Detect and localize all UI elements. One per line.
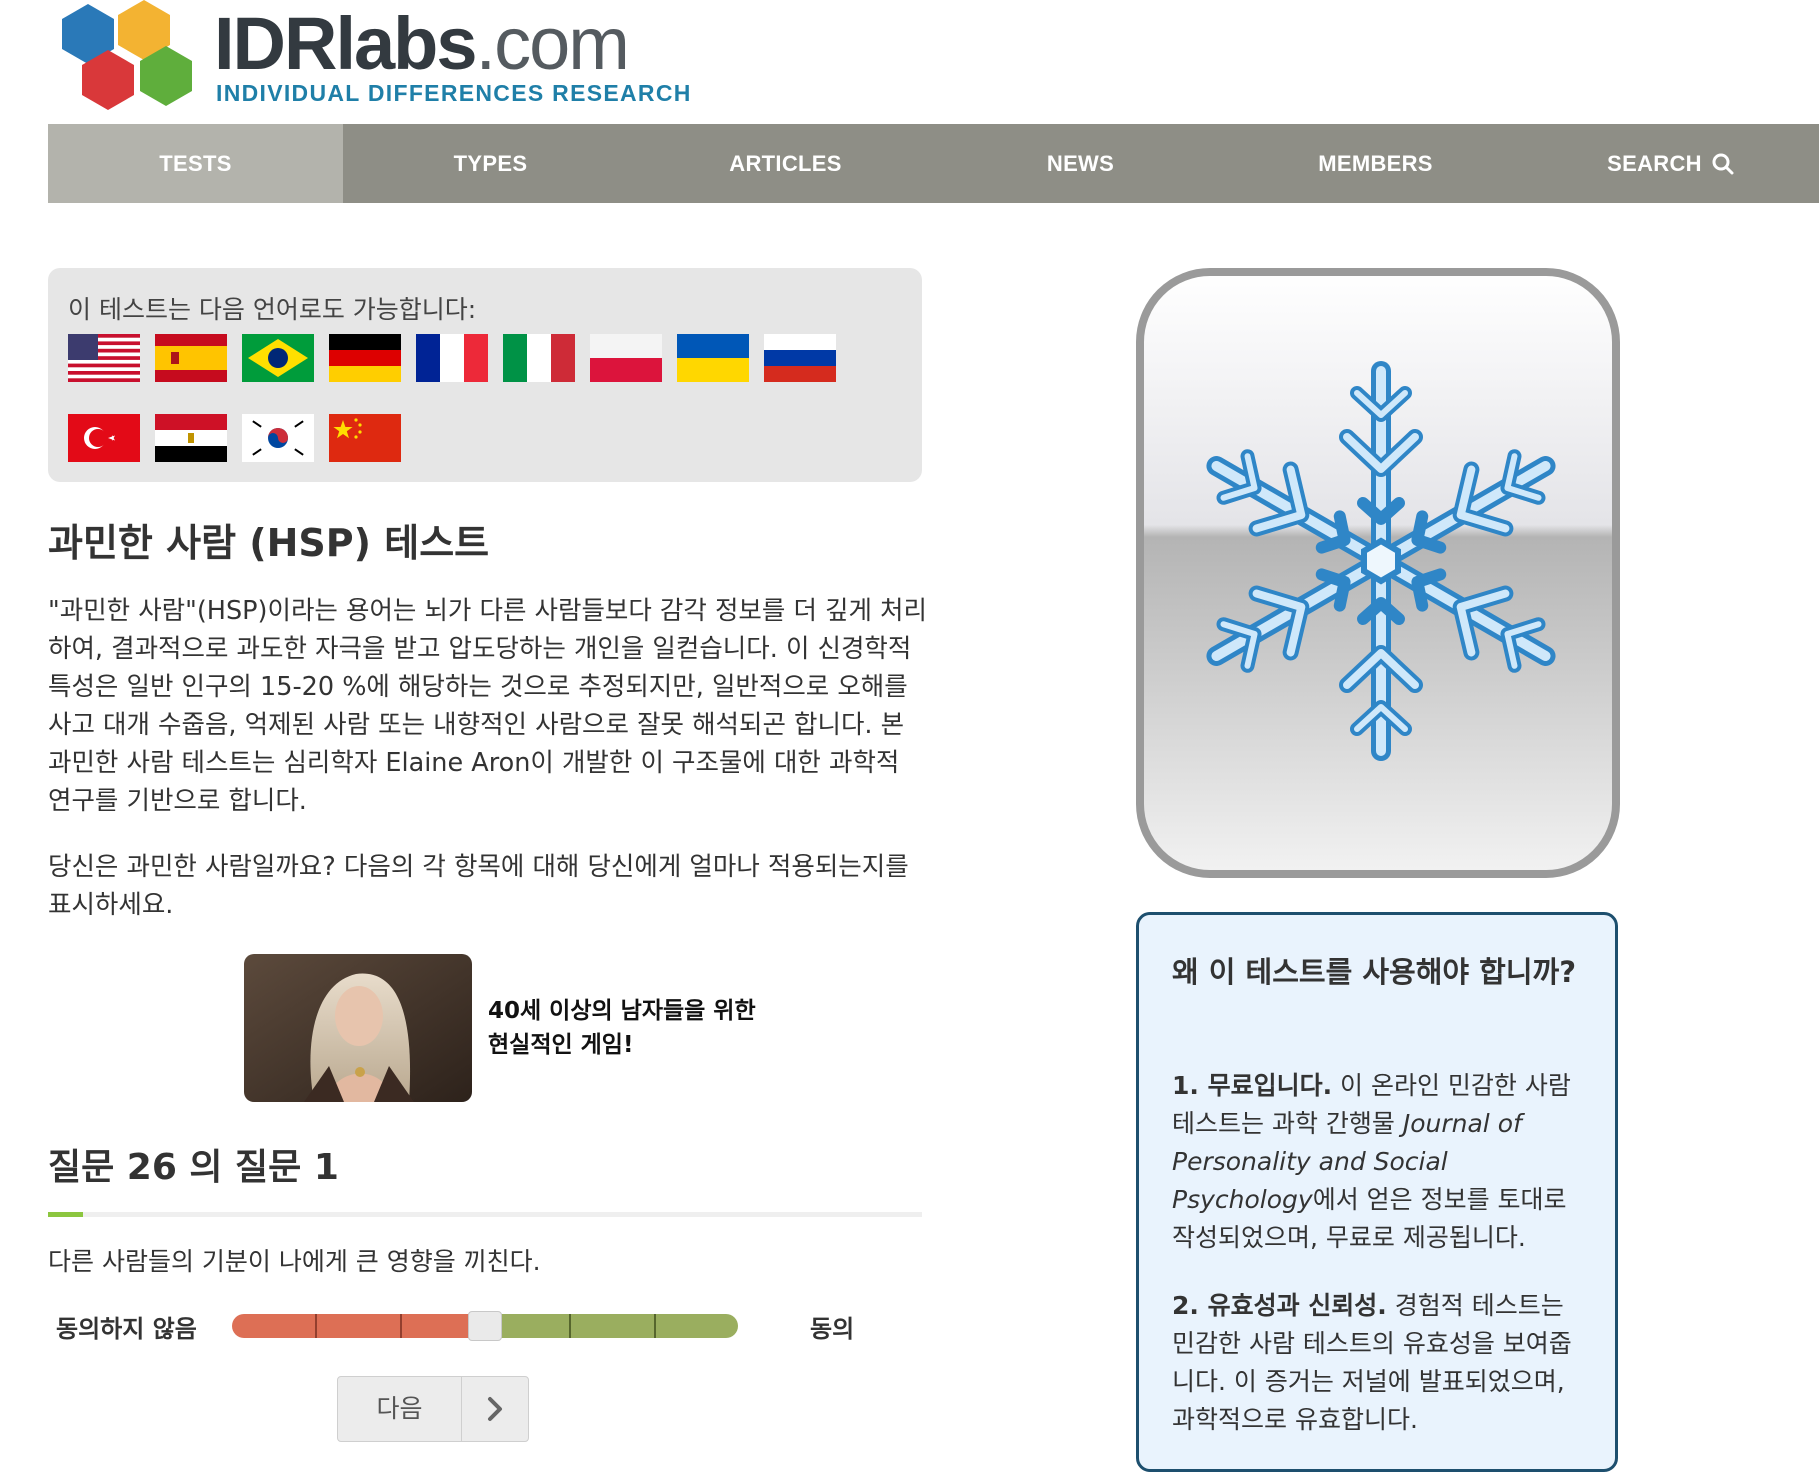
progress-fill	[48, 1212, 83, 1217]
china-flag-icon[interactable]	[329, 414, 401, 462]
nav-search[interactable]: SEARCH	[1523, 124, 1818, 203]
why-use-box: 왜 이 테스트를 사용해야 합니까? 1. 무료입니다. 이 온라인 민감한 사…	[1136, 912, 1618, 1472]
hexagon-logo-icon	[62, 0, 192, 110]
nav-articles-label: ARTICLES	[729, 150, 842, 176]
nav-members-label: MEMBERS	[1318, 150, 1433, 176]
language-box: 이 테스트는 다음 언어로도 가능합니다:	[48, 268, 922, 482]
france-flag-icon[interactable]	[416, 334, 488, 382]
slider-agree-segment	[485, 1314, 738, 1338]
page-title: 과민한 사람 (HSP) 테스트	[48, 521, 490, 565]
nav-news[interactable]: NEWS	[933, 124, 1228, 203]
snowflake-icon	[1136, 268, 1620, 878]
poland-flag-icon[interactable]	[590, 334, 662, 382]
slider-disagree-segment	[232, 1314, 485, 1338]
nav-tests[interactable]: TESTS	[48, 124, 343, 203]
agree-label: 동의	[810, 1315, 855, 1343]
italy-flag-icon[interactable]	[503, 334, 575, 382]
slider-tick	[315, 1314, 317, 1338]
intro-paragraph: "과민한 사람"(HSP)이라는 용어는 뇌가 다른 사람들보다 감각 정보를 …	[48, 596, 927, 816]
nav-types[interactable]: TYPES	[343, 124, 638, 203]
korea-flag-icon[interactable]	[242, 414, 314, 462]
search-icon	[1712, 153, 1734, 175]
next-button[interactable]: 다음	[337, 1376, 529, 1442]
brazil-flag-icon[interactable]	[242, 334, 314, 382]
slider-tick	[654, 1314, 656, 1338]
advertisement[interactable]: 40세 이상의 남자들을 위한 현실적인 게임!	[244, 954, 764, 1102]
us-flag-icon[interactable]	[68, 334, 140, 382]
question-counter: 질문 26 의 질문 1	[48, 1147, 339, 1188]
why-use-title: 왜 이 테스트를 사용해야 합니까?	[1172, 955, 1577, 989]
prompt-paragraph: 당신은 과민한 사람일까요? 다음의 각 항목에 대해 당신에게 얼마나 적용되…	[48, 852, 909, 920]
nav-news-label: NEWS	[1046, 150, 1115, 176]
slider-handle[interactable]	[468, 1311, 502, 1341]
russia-flag-icon[interactable]	[764, 334, 836, 382]
ad-text: 40세 이상의 남자들을 위한 현실적인 게임!	[488, 998, 756, 1058]
next-button-label: 다음	[376, 1394, 423, 1423]
spain-flag-icon[interactable]	[155, 334, 227, 382]
nav-search-label: SEARCH	[1607, 150, 1702, 176]
why-reason-validity: 2. 유효성과 신뢰성. 경험적 테스트는 민감한 사람 테스트의 유효성을 보…	[1172, 1287, 1592, 1439]
progress-bar	[48, 1212, 922, 1217]
slider-tick	[400, 1314, 402, 1338]
logo-subtitle: INDIVIDUAL DIFFERENCES RESEARCH	[216, 80, 692, 106]
germany-flag-icon[interactable]	[329, 334, 401, 382]
logo-brand: IDRlabs	[214, 2, 478, 85]
question-text: 다른 사람들의 기분이 나에게 큰 영향을 끼친다.	[48, 1247, 541, 1276]
site-logo[interactable]: IDRlabs.com INDIVIDUAL DIFFERENCES RESEA…	[48, 0, 690, 122]
agreement-slider[interactable]	[232, 1311, 738, 1341]
nav-tests-label: TESTS	[159, 150, 232, 176]
why-reason-free-heading: 1. 무료입니다.	[1172, 1071, 1333, 1100]
ad-image	[244, 954, 472, 1102]
nav-members[interactable]: MEMBERS	[1228, 124, 1523, 203]
nav-types-label: TYPES	[453, 150, 528, 176]
nav-articles[interactable]: ARTICLES	[638, 124, 933, 203]
logo-wordmark: IDRlabs.com	[214, 2, 630, 85]
main-nav: TESTS TYPES ARTICLES NEWS MEMBERS SEARCH	[48, 124, 1819, 203]
why-reason-validity-heading: 2. 유효성과 신뢰성.	[1172, 1291, 1387, 1320]
egypt-flag-icon[interactable]	[155, 414, 227, 462]
ukraine-flag-icon[interactable]	[677, 334, 749, 382]
language-box-title: 이 테스트는 다음 언어로도 가능합니다:	[68, 295, 477, 324]
slider-tick	[569, 1314, 571, 1338]
logo-tld: .com	[475, 2, 630, 85]
chevron-right-icon	[462, 1377, 528, 1441]
disagree-label: 동의하지 않음	[56, 1315, 197, 1343]
test-hero-image	[1136, 268, 1620, 878]
why-reason-free: 1. 무료입니다. 이 온라인 민감한 사람 테스트는 과학 간행물 Journ…	[1172, 1067, 1592, 1257]
turkey-flag-icon[interactable]	[68, 414, 140, 462]
